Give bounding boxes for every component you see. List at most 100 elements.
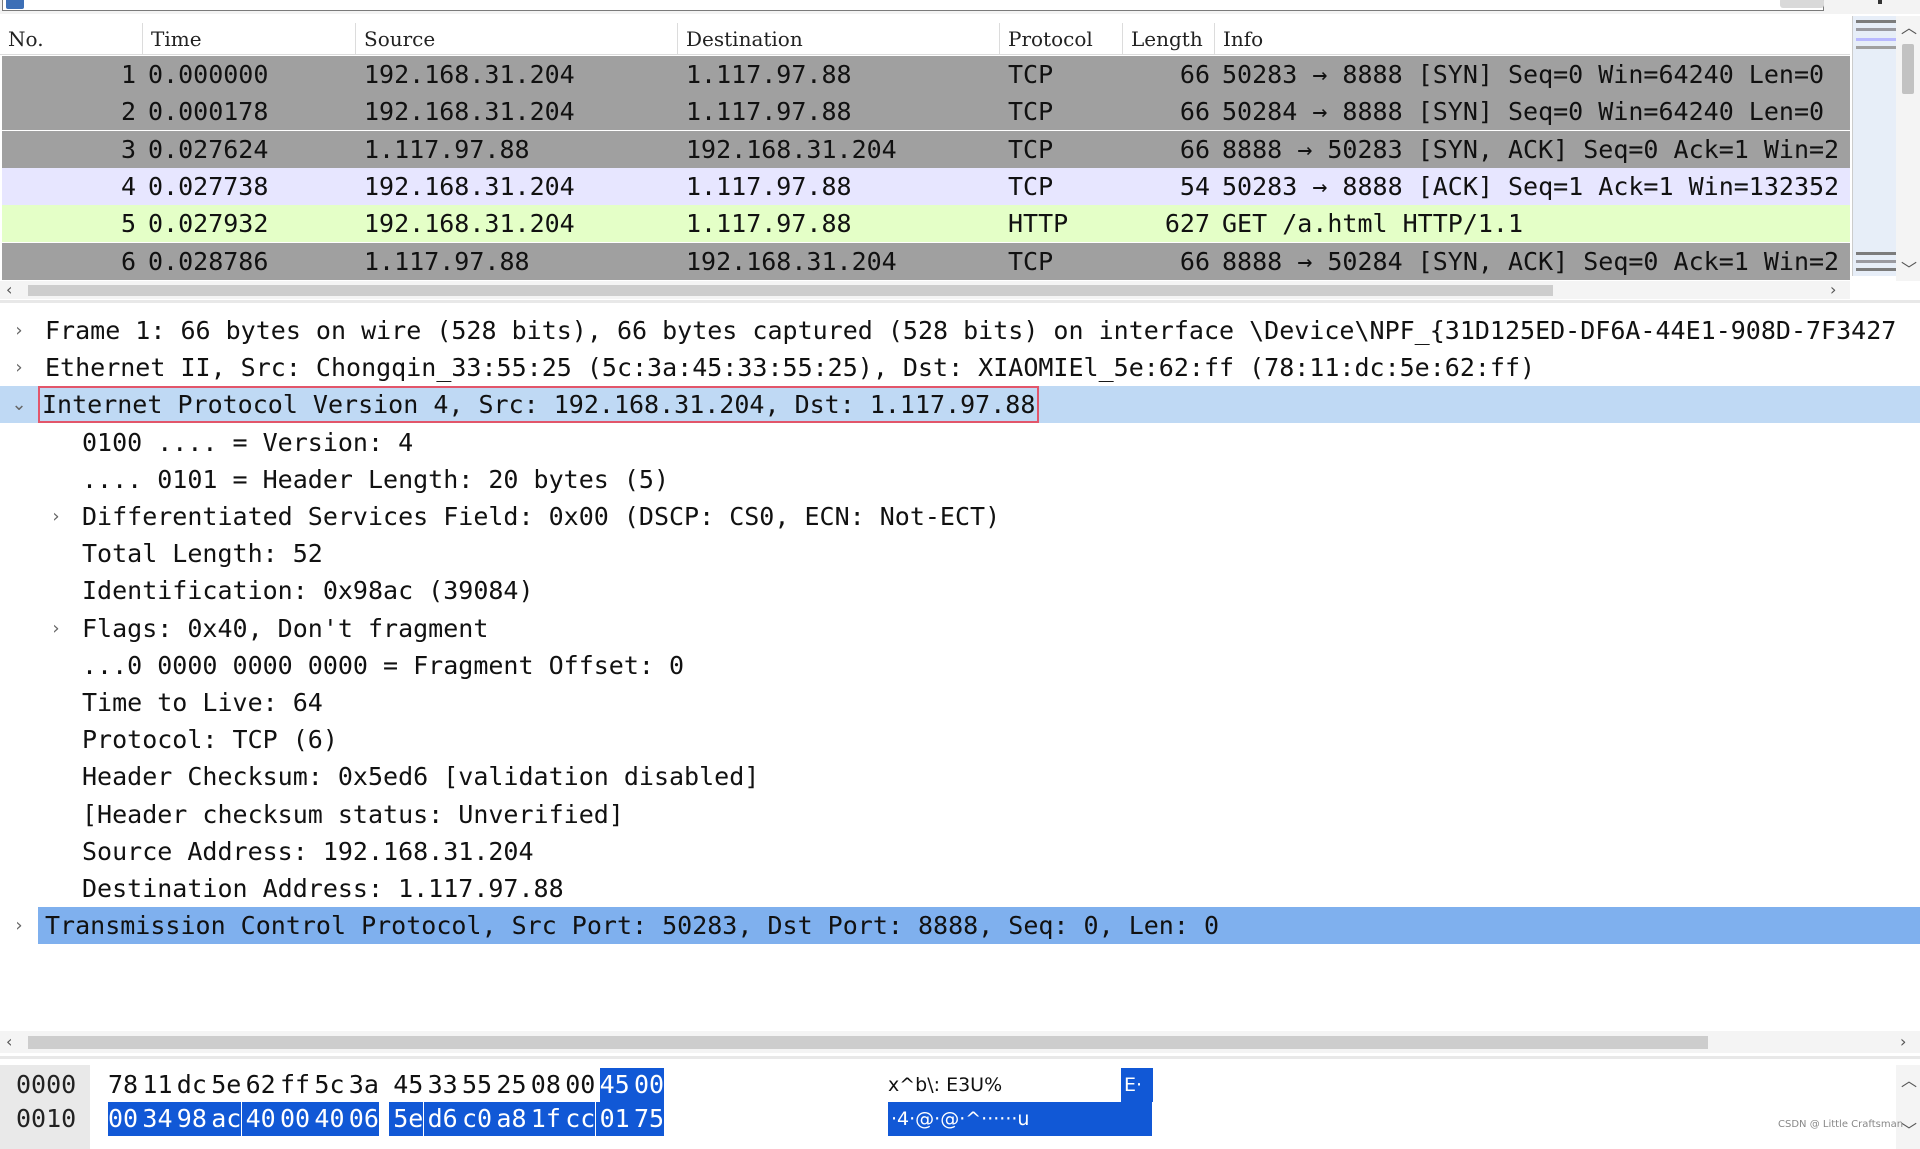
packet-row[interactable]: 2 0.000178 192.168.31.204 1.117.97.88 TCP 66 5… bbox=[2, 93, 1850, 131]
hex-byte[interactable]: 1f bbox=[526, 1102, 561, 1136]
ascii-text[interactable]: x^b\: E3U% bbox=[888, 1068, 1002, 1102]
packet-row[interactable]: 5 0.027932 192.168.31.204 1.117.97.88 HTTP 62… bbox=[2, 205, 1850, 243]
bookmark-icon[interactable] bbox=[6, 0, 24, 9]
tree-row[interactable]: Protocol: TCP (6) bbox=[0, 721, 1920, 758]
column-header-length[interactable]: Length bbox=[1123, 23, 1215, 55]
tree-row-label: .... 0101 = Header Length: 20 bytes (5) bbox=[82, 464, 669, 494]
tree-row[interactable]: › Flags: 0x40, Don't fragment bbox=[0, 610, 1920, 647]
expand-arrow-icon[interactable]: › bbox=[7, 312, 31, 349]
collapse-arrow-icon[interactable]: ⌄ bbox=[7, 386, 31, 423]
cell-length: 66 bbox=[1179, 97, 1210, 127]
tree-row[interactable]: .... 0101 = Header Length: 20 bytes (5) bbox=[0, 461, 1920, 498]
scroll-thumb[interactable] bbox=[1902, 44, 1914, 94]
hex-byte[interactable]: 25 bbox=[496, 1068, 526, 1102]
hex-byte[interactable]: 40 bbox=[310, 1102, 345, 1136]
ascii-selected[interactable]: E· bbox=[1121, 1068, 1153, 1102]
packet-list-horizontal-scrollbar[interactable]: ‹ › bbox=[0, 281, 1850, 299]
hex-byte[interactable]: 40 bbox=[241, 1102, 276, 1136]
hex-byte[interactable]: 11 bbox=[142, 1068, 172, 1102]
scroll-down-icon[interactable]: ﹀ bbox=[1901, 262, 1917, 278]
hex-byte[interactable]: 55 bbox=[462, 1068, 492, 1102]
hex-byte[interactable]: 08 bbox=[531, 1068, 561, 1102]
hex-byte[interactable]: d6 bbox=[423, 1102, 458, 1136]
hex-byte[interactable]: ac bbox=[207, 1102, 242, 1136]
tree-row[interactable]: ⌄ Internet Protocol Version 4, Src: 192.1… bbox=[0, 386, 1920, 424]
filter-apply-button[interactable] bbox=[1780, 0, 1824, 8]
hex-byte[interactable]: 45 bbox=[393, 1068, 423, 1102]
hex-byte[interactable]: a8 bbox=[492, 1102, 527, 1136]
hex-byte[interactable]: 5c bbox=[314, 1068, 344, 1102]
hex-byte[interactable]: 62 bbox=[246, 1068, 276, 1102]
hex-byte[interactable]: 98 bbox=[172, 1102, 207, 1136]
scroll-up-icon[interactable]: ︿ bbox=[1901, 1073, 1917, 1089]
column-header-time[interactable]: Time bbox=[143, 23, 356, 55]
column-header-source[interactable]: Source bbox=[356, 23, 678, 55]
hex-byte[interactable]: 5e bbox=[211, 1068, 241, 1102]
watermark: CSDN @ Little Craftsman bbox=[1778, 1119, 1904, 1130]
tree-row[interactable]: Identification: 0x98ac (39084) bbox=[0, 572, 1920, 609]
packet-row[interactable]: 4 0.027738 192.168.31.204 1.117.97.88 TCP 54 5… bbox=[2, 167, 1850, 205]
byte-offset: 0000 bbox=[16, 1070, 77, 1099]
tree-row[interactable]: 0100 .... = Version: 4 bbox=[0, 424, 1920, 461]
expand-arrow-icon[interactable]: › bbox=[7, 349, 31, 386]
tree-row[interactable]: Total Length: 52 bbox=[0, 535, 1920, 572]
hex-byte[interactable]: 45 bbox=[599, 1068, 630, 1102]
hex-byte[interactable]: 06 bbox=[344, 1102, 379, 1136]
scroll-thumb[interactable] bbox=[28, 1036, 1708, 1049]
hex-byte[interactable]: c0 bbox=[458, 1102, 493, 1136]
pane-splitter[interactable] bbox=[0, 300, 1920, 303]
hex-byte[interactable]: 5e bbox=[389, 1102, 424, 1136]
hex-byte[interactable]: 75 bbox=[630, 1102, 665, 1136]
scroll-right-icon[interactable]: › bbox=[1830, 282, 1836, 298]
scroll-left-icon[interactable]: ‹ bbox=[6, 1034, 12, 1050]
column-header-protocol[interactable]: Protocol bbox=[1000, 23, 1123, 55]
scroll-thumb[interactable] bbox=[28, 285, 1553, 296]
tree-row[interactable]: › Ethernet II, Src: Chongqin_33:55:25 (5c… bbox=[0, 349, 1920, 386]
column-header-no[interactable]: No. bbox=[0, 23, 143, 55]
display-filter-input[interactable] bbox=[2, 0, 1824, 11]
more-icon[interactable] bbox=[1878, 0, 1882, 4]
tree-row[interactable]: › Differentiated Services Field: 0x00 (DS… bbox=[0, 498, 1920, 535]
column-header-info[interactable]: Info bbox=[1215, 23, 1850, 55]
scroll-down-icon[interactable]: ﹀ bbox=[1901, 1123, 1917, 1139]
hex-byte[interactable]: 00 bbox=[630, 1068, 665, 1102]
tree-row[interactable]: ...0 0000 0000 0000 = Fragment Offset: 0 bbox=[0, 647, 1920, 684]
minimap-mark bbox=[1856, 252, 1896, 255]
tree-row[interactable]: [Header checksum status: Unverified] bbox=[0, 796, 1920, 833]
scroll-left-icon[interactable]: ‹ bbox=[6, 282, 12, 298]
hex-byte[interactable]: 00 bbox=[565, 1068, 595, 1102]
packet-row[interactable]: 6 0.028786 1.117.97.88 192.168.31.204 TCP 66 8… bbox=[2, 242, 1850, 280]
expand-arrow-icon[interactable]: › bbox=[44, 498, 68, 535]
hex-byte[interactable]: 00 bbox=[108, 1102, 139, 1136]
tree-row[interactable]: Destination Address: 1.117.97.88 bbox=[0, 870, 1920, 907]
scroll-right-icon[interactable]: › bbox=[1900, 1034, 1906, 1050]
column-header-destination[interactable]: Destination bbox=[678, 23, 1000, 55]
packet-list-vertical-scrollbar[interactable]: ︿ ﹀ bbox=[1896, 16, 1920, 281]
packet-minimap[interactable] bbox=[1852, 16, 1896, 276]
hex-byte[interactable]: cc bbox=[561, 1102, 596, 1136]
hex-byte[interactable]: 01 bbox=[595, 1102, 630, 1136]
expand-arrow-icon[interactable]: › bbox=[44, 610, 68, 647]
packet-row[interactable]: 3 0.027624 1.117.97.88 192.168.31.204 TCP 66 8… bbox=[2, 130, 1850, 168]
tree-row[interactable]: Source Address: 192.168.31.204 bbox=[0, 833, 1920, 870]
hex-byte[interactable]: 33 bbox=[428, 1068, 458, 1102]
bytes-row: 0000 78 11 dc 5e 62 ff 5c 3a 45 33 55 25 08 00 45 00 x^b\… bbox=[0, 1068, 1890, 1102]
ascii-selected[interactable]: ·4·@·@·^······u bbox=[888, 1102, 1152, 1136]
tree-row[interactable]: Time to Live: 64 bbox=[0, 684, 1920, 721]
bytes-vertical-scrollbar[interactable]: ︿ ﹀ bbox=[1896, 1065, 1920, 1149]
tree-row[interactable]: Header Checksum: 0x5ed6 [validation disa… bbox=[0, 758, 1920, 795]
expand-arrow-icon[interactable]: › bbox=[7, 907, 31, 944]
hex-byte[interactable]: 00 bbox=[276, 1102, 311, 1136]
hex-byte[interactable]: dc bbox=[177, 1068, 207, 1102]
hex-byte[interactable]: 34 bbox=[138, 1102, 173, 1136]
pane-splitter[interactable] bbox=[0, 1056, 1920, 1059]
details-horizontal-scrollbar[interactable]: ‹ › bbox=[0, 1031, 1920, 1053]
hex-byte[interactable]: 78 bbox=[108, 1068, 138, 1102]
tree-row[interactable]: › Transmission Control Protocol, Src Port… bbox=[0, 907, 1920, 945]
packet-row[interactable]: 1 0.000000 192.168.31.204 1.117.97.88 TCP 66 5… bbox=[2, 56, 1850, 93]
tree-row[interactable]: › Frame 1: 66 bytes on wire (528 bits), 6… bbox=[0, 312, 1920, 349]
tree-row-label: Internet Protocol Version 4, Src: 192.16… bbox=[38, 386, 1040, 424]
hex-byte[interactable]: ff bbox=[280, 1068, 310, 1102]
hex-byte[interactable]: 3a bbox=[349, 1068, 379, 1102]
scroll-up-icon[interactable]: ︿ bbox=[1901, 20, 1917, 36]
